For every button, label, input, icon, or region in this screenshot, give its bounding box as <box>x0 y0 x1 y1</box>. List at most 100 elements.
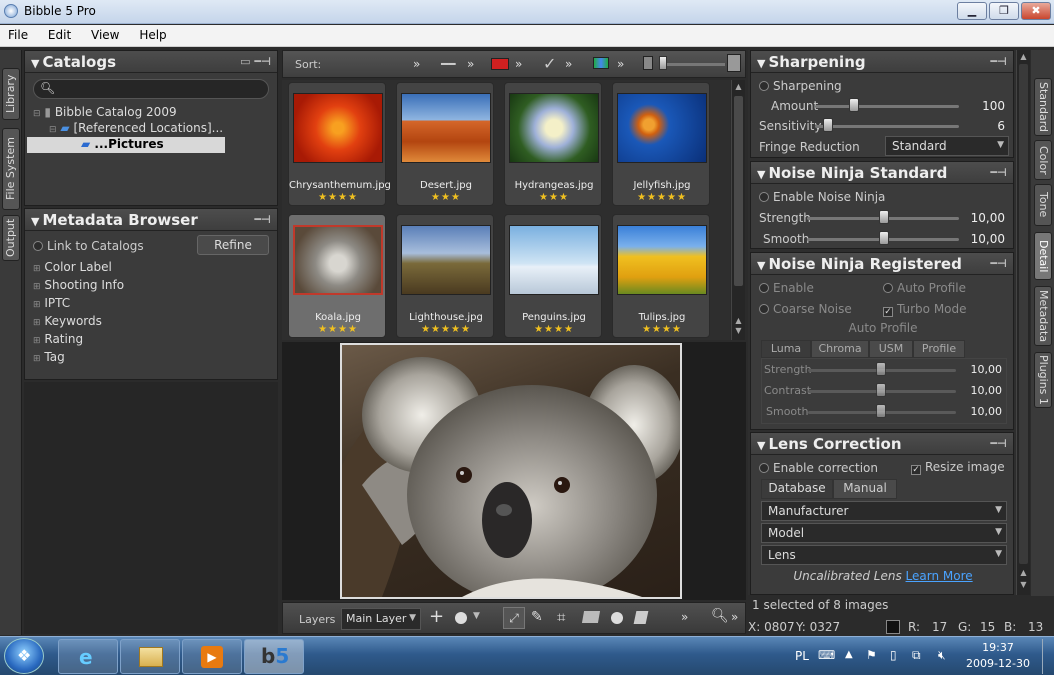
chevron-icon[interactable]: » <box>467 57 474 71</box>
large-thumb-icon[interactable] <box>727 54 741 72</box>
learn-more-link[interactable]: Learn More <box>906 569 973 583</box>
contrast-slider-knob[interactable] <box>876 383 886 397</box>
keyboard-icon[interactable]: ⌨ <box>818 648 835 662</box>
refine-button[interactable]: Refine <box>197 235 269 255</box>
small-thumb-icon[interactable] <box>643 56 653 70</box>
taskbar-bibble[interactable]: b5 <box>244 639 304 674</box>
thumbnail-lighthouse[interactable]: Lighthouse.jpg ★★★★★ <box>396 214 494 338</box>
metadata-item-keywords[interactable]: ⊞ Keywords <box>33 313 124 331</box>
crop-icon[interactable]: ⌗ <box>557 608 565 626</box>
pin-icon[interactable]: ▭ ━⊣ <box>240 55 271 68</box>
checkmark-icon[interactable]: ✓ <box>543 54 556 73</box>
scroll-up-icon[interactable]: ▲ <box>733 82 744 92</box>
tab-standard[interactable]: Standard <box>1034 78 1052 136</box>
pin-icon[interactable]: ━⊣ <box>254 213 271 226</box>
start-button[interactable]: ❖ <box>4 638 44 674</box>
thumbnail-desert[interactable]: Desert.jpg ★★★ <box>396 82 494 206</box>
thumb-size-slider[interactable] <box>661 63 725 66</box>
tab-manual[interactable]: Manual <box>833 479 897 499</box>
thumbnail-hydrangeas[interactable]: Hydrangeas.jpg ★★★ <box>504 82 602 206</box>
minimize-button[interactable]: ▁ <box>957 2 987 20</box>
tab-profile[interactable]: Profile <box>913 340 965 358</box>
rating-stars[interactable]: ★★★★ <box>289 324 387 335</box>
metadata-item-rating[interactable]: ⊞ Rating <box>33 331 124 349</box>
thumbnail-penguins[interactable]: Penguins.jpg ★★★★ <box>504 214 602 338</box>
network-icon[interactable]: ⧉ <box>912 648 921 663</box>
rating-stars[interactable]: ★★★★ <box>613 324 711 335</box>
tab-database[interactable]: Database <box>761 479 833 499</box>
maximize-button[interactable]: ❐ <box>989 2 1019 20</box>
close-button[interactable]: ✖ <box>1021 2 1051 20</box>
thumbnail-chrysanthemum[interactable]: Chrysanthemum.jpg ★★★★ <box>288 82 391 206</box>
taskbar-internet-explorer[interactable]: e <box>58 639 118 674</box>
show-hidden-icons-icon[interactable]: ▲ <box>845 649 853 660</box>
smooth-slider-knob[interactable] <box>876 404 886 418</box>
taskbar-media-player[interactable]: ▶ <box>182 639 242 674</box>
sensitivity-slider-knob[interactable] <box>823 118 833 132</box>
chevron-icon[interactable]: » <box>617 57 624 71</box>
scrollbar-thumb[interactable] <box>1019 64 1028 564</box>
pin-icon[interactable]: ━⊣ <box>990 437 1007 450</box>
metadata-browser-header[interactable]: ▼ Metadata Browser ━⊣ <box>25 209 277 231</box>
menu-file[interactable]: File <box>0 25 36 45</box>
tab-plugins[interactable]: Plugins 1 <box>1034 352 1052 408</box>
zoom-icon[interactable]: 🔍︎ <box>711 608 729 624</box>
enable-correction-checkbox[interactable]: Enable correction <box>759 461 878 475</box>
turbo-mode-checkbox[interactable]: ✓ Turbo Mode <box>883 302 967 317</box>
tab-metadata[interactable]: Metadata <box>1034 286 1052 346</box>
chevron-icon[interactable]: » <box>565 57 572 71</box>
thumbnail-koala[interactable]: Koala.jpg ★★★★ <box>288 214 386 338</box>
rating-stars[interactable]: ★★★ <box>505 192 603 203</box>
auto-profile-checkbox[interactable]: Auto Profile <box>883 281 966 295</box>
layer-select[interactable]: Main Layer ▼ <box>341 608 421 630</box>
scroll-down-icon[interactable]: ▼ <box>733 326 744 336</box>
metadata-item-iptc[interactable]: ⊞ IPTC <box>33 295 124 313</box>
tab-color[interactable]: Color <box>1034 140 1052 180</box>
clock-time[interactable]: 19:37 <box>972 641 1024 654</box>
strength-slider-knob[interactable] <box>879 210 889 224</box>
chevron-icon[interactable]: » <box>515 57 522 71</box>
color-label-icon[interactable] <box>491 58 509 70</box>
scroll-down-icon[interactable]: ▼ <box>1018 580 1029 589</box>
rating-stars[interactable]: ★★★★ <box>505 324 603 335</box>
smooth-slider-knob[interactable] <box>879 231 889 245</box>
link-to-catalogs-checkbox[interactable]: Link to Catalogs <box>33 239 144 253</box>
menu-edit[interactable]: Edit <box>40 25 79 45</box>
tab-tone[interactable]: Tone <box>1034 184 1052 226</box>
sharpening-header[interactable]: ▼ Sharpening ━⊣ <box>751 51 1013 73</box>
lens-select[interactable]: Lens ▼ <box>761 545 1007 565</box>
chevron-icon[interactable]: » <box>413 57 420 71</box>
noise-registered-header[interactable]: ▼ Noise Ninja Registered ━⊣ <box>751 253 1013 275</box>
pin-icon[interactable]: ━⊣ <box>990 55 1007 68</box>
thumbnail-tulips[interactable]: Tulips.jpg ★★★★ <box>612 214 710 338</box>
clock-date[interactable]: 2009-12-30 <box>966 657 1030 670</box>
taskbar-explorer[interactable] <box>120 639 180 674</box>
coarse-noise-checkbox[interactable]: Coarse Noise <box>759 302 852 316</box>
add-layer-icon[interactable]: + <box>429 606 444 627</box>
eraser-icon[interactable] <box>633 611 649 624</box>
flag-icon[interactable]: ⚑ <box>866 648 877 662</box>
metadata-item-color-label[interactable]: ⊞ Color Label <box>33 259 124 277</box>
catalogs-header[interactable]: ▼ Catalogs ▭ ━⊣ <box>25 51 277 73</box>
adjustments-scrollbar[interactable]: ▲ ▲ ▼ <box>1016 50 1030 595</box>
model-select[interactable]: Model ▼ <box>761 523 1007 543</box>
noise-standard-header[interactable]: ▼ Noise Ninja Standard ━⊣ <box>751 162 1013 184</box>
fringe-reduction-select[interactable]: Standard ▼ <box>885 136 1009 156</box>
amount-slider-knob[interactable] <box>849 98 859 112</box>
battery-icon[interactable]: ▯ <box>890 648 897 662</box>
strength-slider-knob[interactable] <box>876 362 886 376</box>
spot-tool-icon[interactable] <box>611 612 623 624</box>
scroll-up-icon[interactable]: ▲ <box>1018 568 1029 577</box>
metadata-item-tag[interactable]: ⊞ Tag <box>33 349 124 367</box>
scrollbar-thumb[interactable] <box>734 96 743 286</box>
tree-item-catalog[interactable]: ⊟ ▮ Bibble Catalog 2009 <box>33 105 273 121</box>
thumbnail-jellyfish[interactable]: Jellyfish.jpg ★★★★★ <box>612 82 710 206</box>
tab-usm[interactable]: USM <box>869 340 913 358</box>
tab-detail[interactable]: Detail <box>1034 232 1052 280</box>
eyedropper-icon[interactable]: ✎ <box>531 609 543 625</box>
thumb-size-knob[interactable] <box>659 56 667 70</box>
menu-view[interactable]: View <box>83 25 127 45</box>
enable-checkbox[interactable]: Enable <box>759 281 814 295</box>
resize-image-checkbox[interactable]: ✓ Resize image <box>911 460 1005 475</box>
rating-stars[interactable]: ★★★★ <box>289 192 387 203</box>
